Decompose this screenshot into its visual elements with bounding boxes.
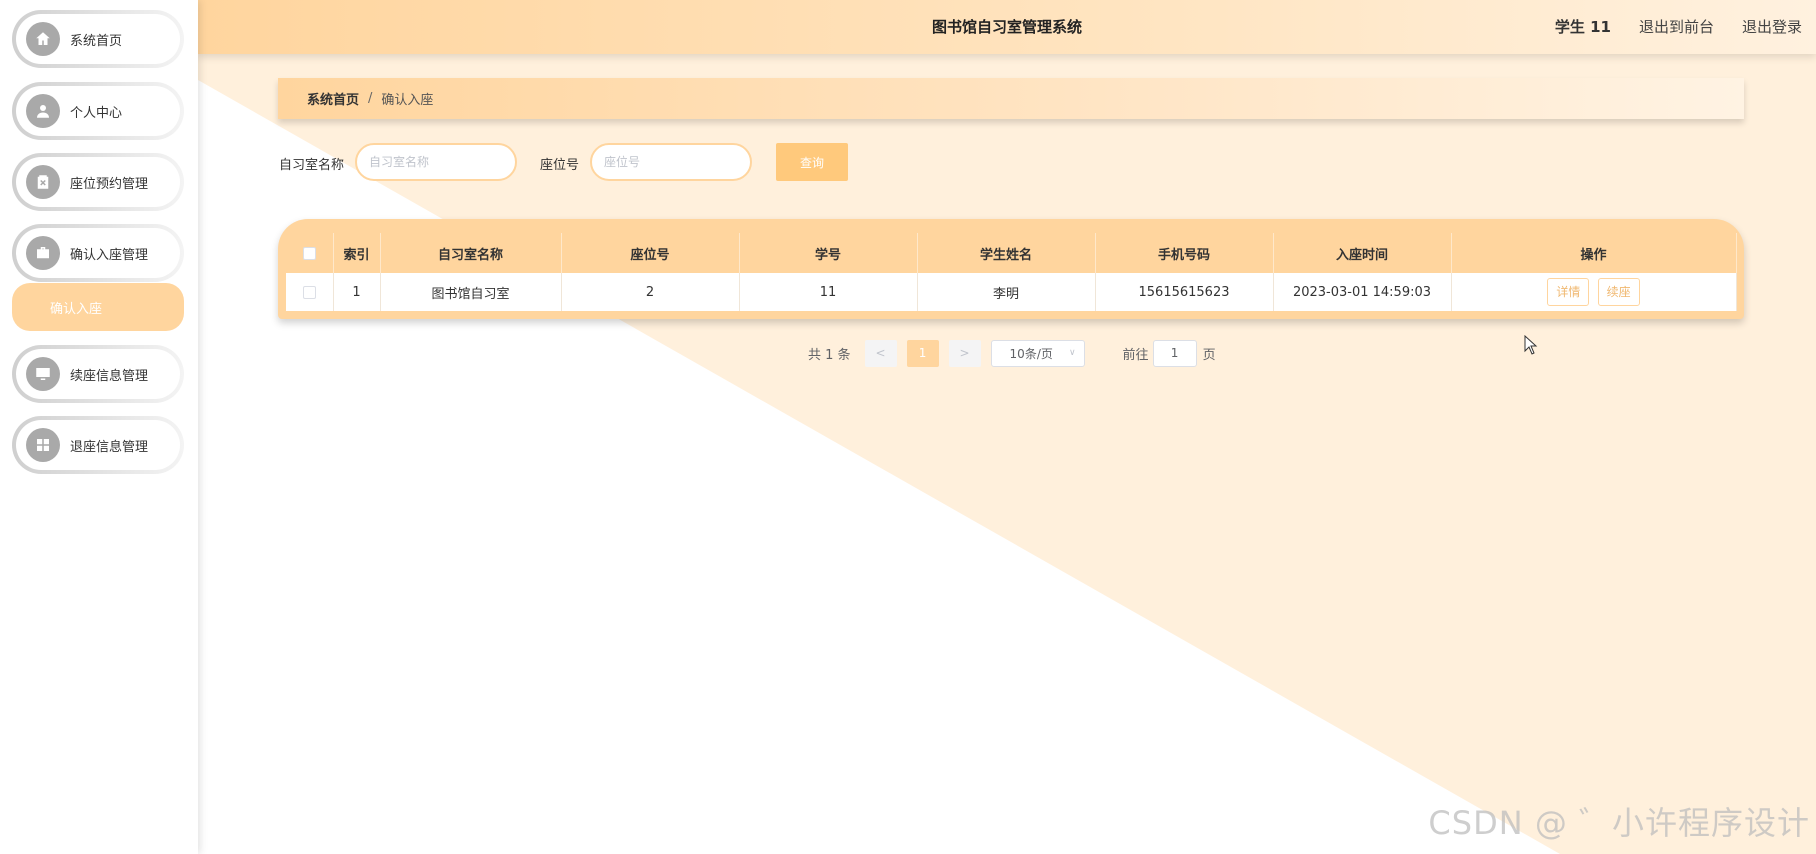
page-size-select[interactable]: 10条/页 ∨	[990, 339, 1085, 367]
cell-seat-number: 2	[561, 273, 740, 311]
monitor-icon	[26, 357, 60, 391]
column-header: 学生姓名	[917, 233, 1096, 273]
sidebar-item-confirm-seating[interactable]: 确认入座管理	[12, 224, 184, 282]
room-name-label: 自习室名称	[279, 158, 345, 173]
total-count: 共 1 条	[808, 347, 851, 363]
background-decoration	[198, 54, 1816, 854]
next-page-button[interactable]: >	[948, 339, 981, 367]
sidebar-item-label: 系统首页	[70, 33, 123, 49]
sidebar-item-leave-seat-info[interactable]: 退座信息管理	[12, 416, 184, 474]
table-header-row: 索引 自习室名称 座位号 学号 学生姓名 手机号码 入座时间 操作	[286, 233, 1737, 273]
top-header: 图书馆自习室管理系统 学生 11 退出到前台 退出登录	[198, 0, 1816, 54]
grid-icon	[26, 428, 60, 462]
row-select-cell	[286, 273, 334, 311]
clipboard-icon	[26, 165, 60, 199]
select-all-header	[286, 233, 334, 273]
cell-room-name: 图书馆自习室	[380, 273, 562, 311]
seat-number-input[interactable]	[590, 143, 752, 181]
cell-student-name: 李明	[917, 273, 1096, 311]
seating-table: 索引 自习室名称 座位号 学号 学生姓名 手机号码 入座时间 操作 1 图书馆自…	[278, 219, 1744, 319]
breadcrumb: 系统首页 / 确认入座	[278, 78, 1744, 119]
user-icon	[26, 94, 60, 128]
query-button[interactable]: 查询	[776, 143, 848, 181]
column-header: 学号	[739, 233, 918, 273]
logout-link[interactable]: 退出登录	[1742, 16, 1802, 37]
pagination: 共 1 条 < 1 > 10条/页 ∨ 前往 页	[808, 339, 1216, 367]
sidebar-item-renew-info[interactable]: 续座信息管理	[12, 345, 184, 403]
sidebar-item-label: 续座信息管理	[70, 368, 149, 384]
cell-index: 1	[333, 273, 381, 311]
current-user: 学生 11	[1554, 18, 1611, 36]
sidebar-item-home[interactable]: 系统首页	[12, 10, 184, 68]
sidebar-item-label: 座位预约管理	[70, 176, 149, 192]
sidebar: 系统首页 个人中心 座位预约管理 确认入座管理 确认入座 续座信息管理 退座信息…	[0, 0, 198, 854]
header-actions: 学生 11 退出到前台 退出登录	[1555, 16, 1802, 37]
goto-page-input[interactable]	[1152, 339, 1197, 367]
sidebar-item-personal-center[interactable]: 个人中心	[12, 82, 184, 140]
table-row: 1 图书馆自习室 2 11 李明 15615615623 2023-03-01 …	[286, 273, 1737, 311]
page-number-button[interactable]: 1	[906, 339, 939, 367]
exit-to-front-link[interactable]: 退出到前台	[1639, 16, 1714, 37]
prev-page-button[interactable]: <	[864, 339, 897, 367]
column-header: 座位号	[561, 233, 740, 273]
cell-phone: 15615615623	[1095, 273, 1274, 311]
sidebar-item-seat-reservation[interactable]: 座位预约管理	[12, 153, 184, 211]
breadcrumb-separator: /	[368, 91, 373, 106]
cell-actions: 详情 续座	[1451, 273, 1737, 311]
select-all-checkbox[interactable]	[302, 246, 316, 260]
renew-button[interactable]: 续座	[1597, 278, 1640, 306]
seat-number-label: 座位号	[540, 158, 580, 173]
cell-student-id: 11	[739, 273, 918, 311]
column-header: 自习室名称	[380, 233, 562, 273]
sidebar-item-label: 退座信息管理	[70, 439, 149, 455]
breadcrumb-current: 确认入座	[381, 93, 434, 108]
mouse-cursor-icon	[1524, 335, 1538, 355]
sidebar-item-label: 确认入座管理	[70, 247, 149, 263]
watermark: CSDN @ ゛小许程序设计	[1428, 804, 1810, 842]
detail-button[interactable]: 详情	[1547, 278, 1590, 306]
submenu-item-confirm-seat[interactable]: 确认入座	[12, 283, 184, 331]
column-header: 操作	[1451, 233, 1737, 273]
sidebar-item-label: 个人中心	[70, 105, 123, 121]
page-unit-label: 页	[1202, 347, 1216, 363]
goto-label: 前往	[1122, 347, 1149, 363]
column-header: 手机号码	[1095, 233, 1274, 273]
briefcase-icon	[26, 236, 60, 270]
room-name-input[interactable]	[355, 143, 517, 181]
cell-seat-time: 2023-03-01 14:59:03	[1273, 273, 1452, 311]
page-size-value: 10条/页	[1009, 346, 1053, 361]
column-header: 入座时间	[1273, 233, 1452, 273]
row-checkbox[interactable]	[302, 285, 316, 299]
breadcrumb-home[interactable]: 系统首页	[307, 89, 359, 108]
chevron-down-icon: ∨	[1068, 348, 1076, 358]
home-icon	[26, 22, 60, 56]
column-header: 索引	[333, 233, 381, 273]
